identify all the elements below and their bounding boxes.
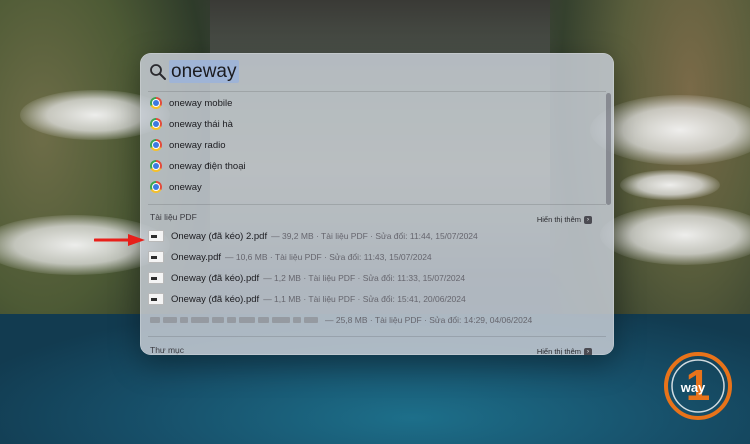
file-meta: — 1,1 MB · Tài liệu PDF · Sửa đổi: 15:41… [263,294,466,304]
pdf-file-icon [148,230,164,242]
file-name: Oneway (đã kéo).pdf [171,293,260,305]
pdf-file-row[interactable]: Oneway (đã kéo).pdf — 1,1 MB · Tài liệu … [148,289,466,309]
search-icon [150,64,166,80]
blurred-file-name [150,317,321,323]
suggestion-label: oneway điện thoại [169,160,246,172]
file-meta: — 39,2 MB · Tài liệu PDF · Sửa đổi: 11:4… [271,231,478,241]
pdf-file-row[interactable]: Oneway (đã kéo) 2.pdf — 39,2 MB · Tài li… [148,226,478,246]
scrollbar[interactable] [606,93,611,205]
chrome-icon [150,181,162,193]
pdf-show-more-button[interactable]: Hiển thị thêm › [537,215,592,224]
suggestion-item[interactable]: oneway radio [150,135,226,155]
chrome-icon [150,97,162,109]
suggestion-label: oneway radio [169,139,226,151]
show-more-label: Hiển thị thêm [536,215,581,224]
pdf-file-row[interactable]: — 25,8 MB · Tài liệu PDF · Sửa đổi: 14:2… [148,310,532,330]
red-pointer-arrow-icon [94,234,145,246]
pdf-section-title: Tài liệu PDF [150,212,197,222]
file-name: Oneway (đã kéo).pdf [171,272,260,284]
arrow-right-icon: › [584,347,592,355]
file-name: Oneway (đã kéo) 2.pdf [171,230,268,242]
suggestion-item[interactable]: oneway [150,177,202,197]
divider [148,336,606,337]
folder-section-title: Thư mục [150,345,185,355]
pdf-file-row[interactable]: Oneway (đã kéo).pdf — 1,2 MB · Tài liệu … [148,268,465,288]
chrome-icon [150,118,162,130]
pdf-file-icon [148,251,164,263]
pdf-file-icon [148,272,164,284]
divider [148,91,606,92]
pdf-file-icon [148,293,164,305]
oneway-logo: 1 way [664,352,732,420]
suggestion-label: oneway [169,181,202,193]
folder-show-more-button[interactable]: Hiển thị thêm › [537,347,592,355]
spotlight-panel: oneway oneway mobile oneway thái hà onew… [140,53,614,355]
arrow-right-icon: › [584,215,592,224]
file-meta: — 10,6 MB · Tài liệu PDF · Sửa đổi: 11:4… [225,252,432,262]
show-more-label: Hiển thị thêm [536,347,581,355]
suggestion-label: oneway mobile [169,97,233,109]
file-meta: — 25,8 MB · Tài liệu PDF · Sửa đổi: 14:2… [325,315,533,325]
suggestion-label: oneway thái hà [169,118,233,130]
chrome-icon [150,160,162,172]
pdf-file-row[interactable]: Oneway.pdf — 10,6 MB · Tài liệu PDF · Sử… [148,247,432,267]
suggestion-item[interactable]: oneway mobile [150,93,232,113]
logo-text: way [680,380,706,395]
suggestion-item[interactable]: oneway thái hà [150,114,233,134]
search-input[interactable]: oneway [169,60,239,83]
wallpaper-cloud [620,170,720,200]
divider [148,204,606,205]
chrome-icon [150,139,162,151]
file-name: Oneway.pdf [171,251,221,263]
spotlight-search-row[interactable]: oneway [140,53,614,91]
suggestion-item[interactable]: oneway điện thoại [150,156,246,176]
file-meta: — 1,2 MB · Tài liệu PDF · Sửa đổi: 11:33… [263,273,466,283]
